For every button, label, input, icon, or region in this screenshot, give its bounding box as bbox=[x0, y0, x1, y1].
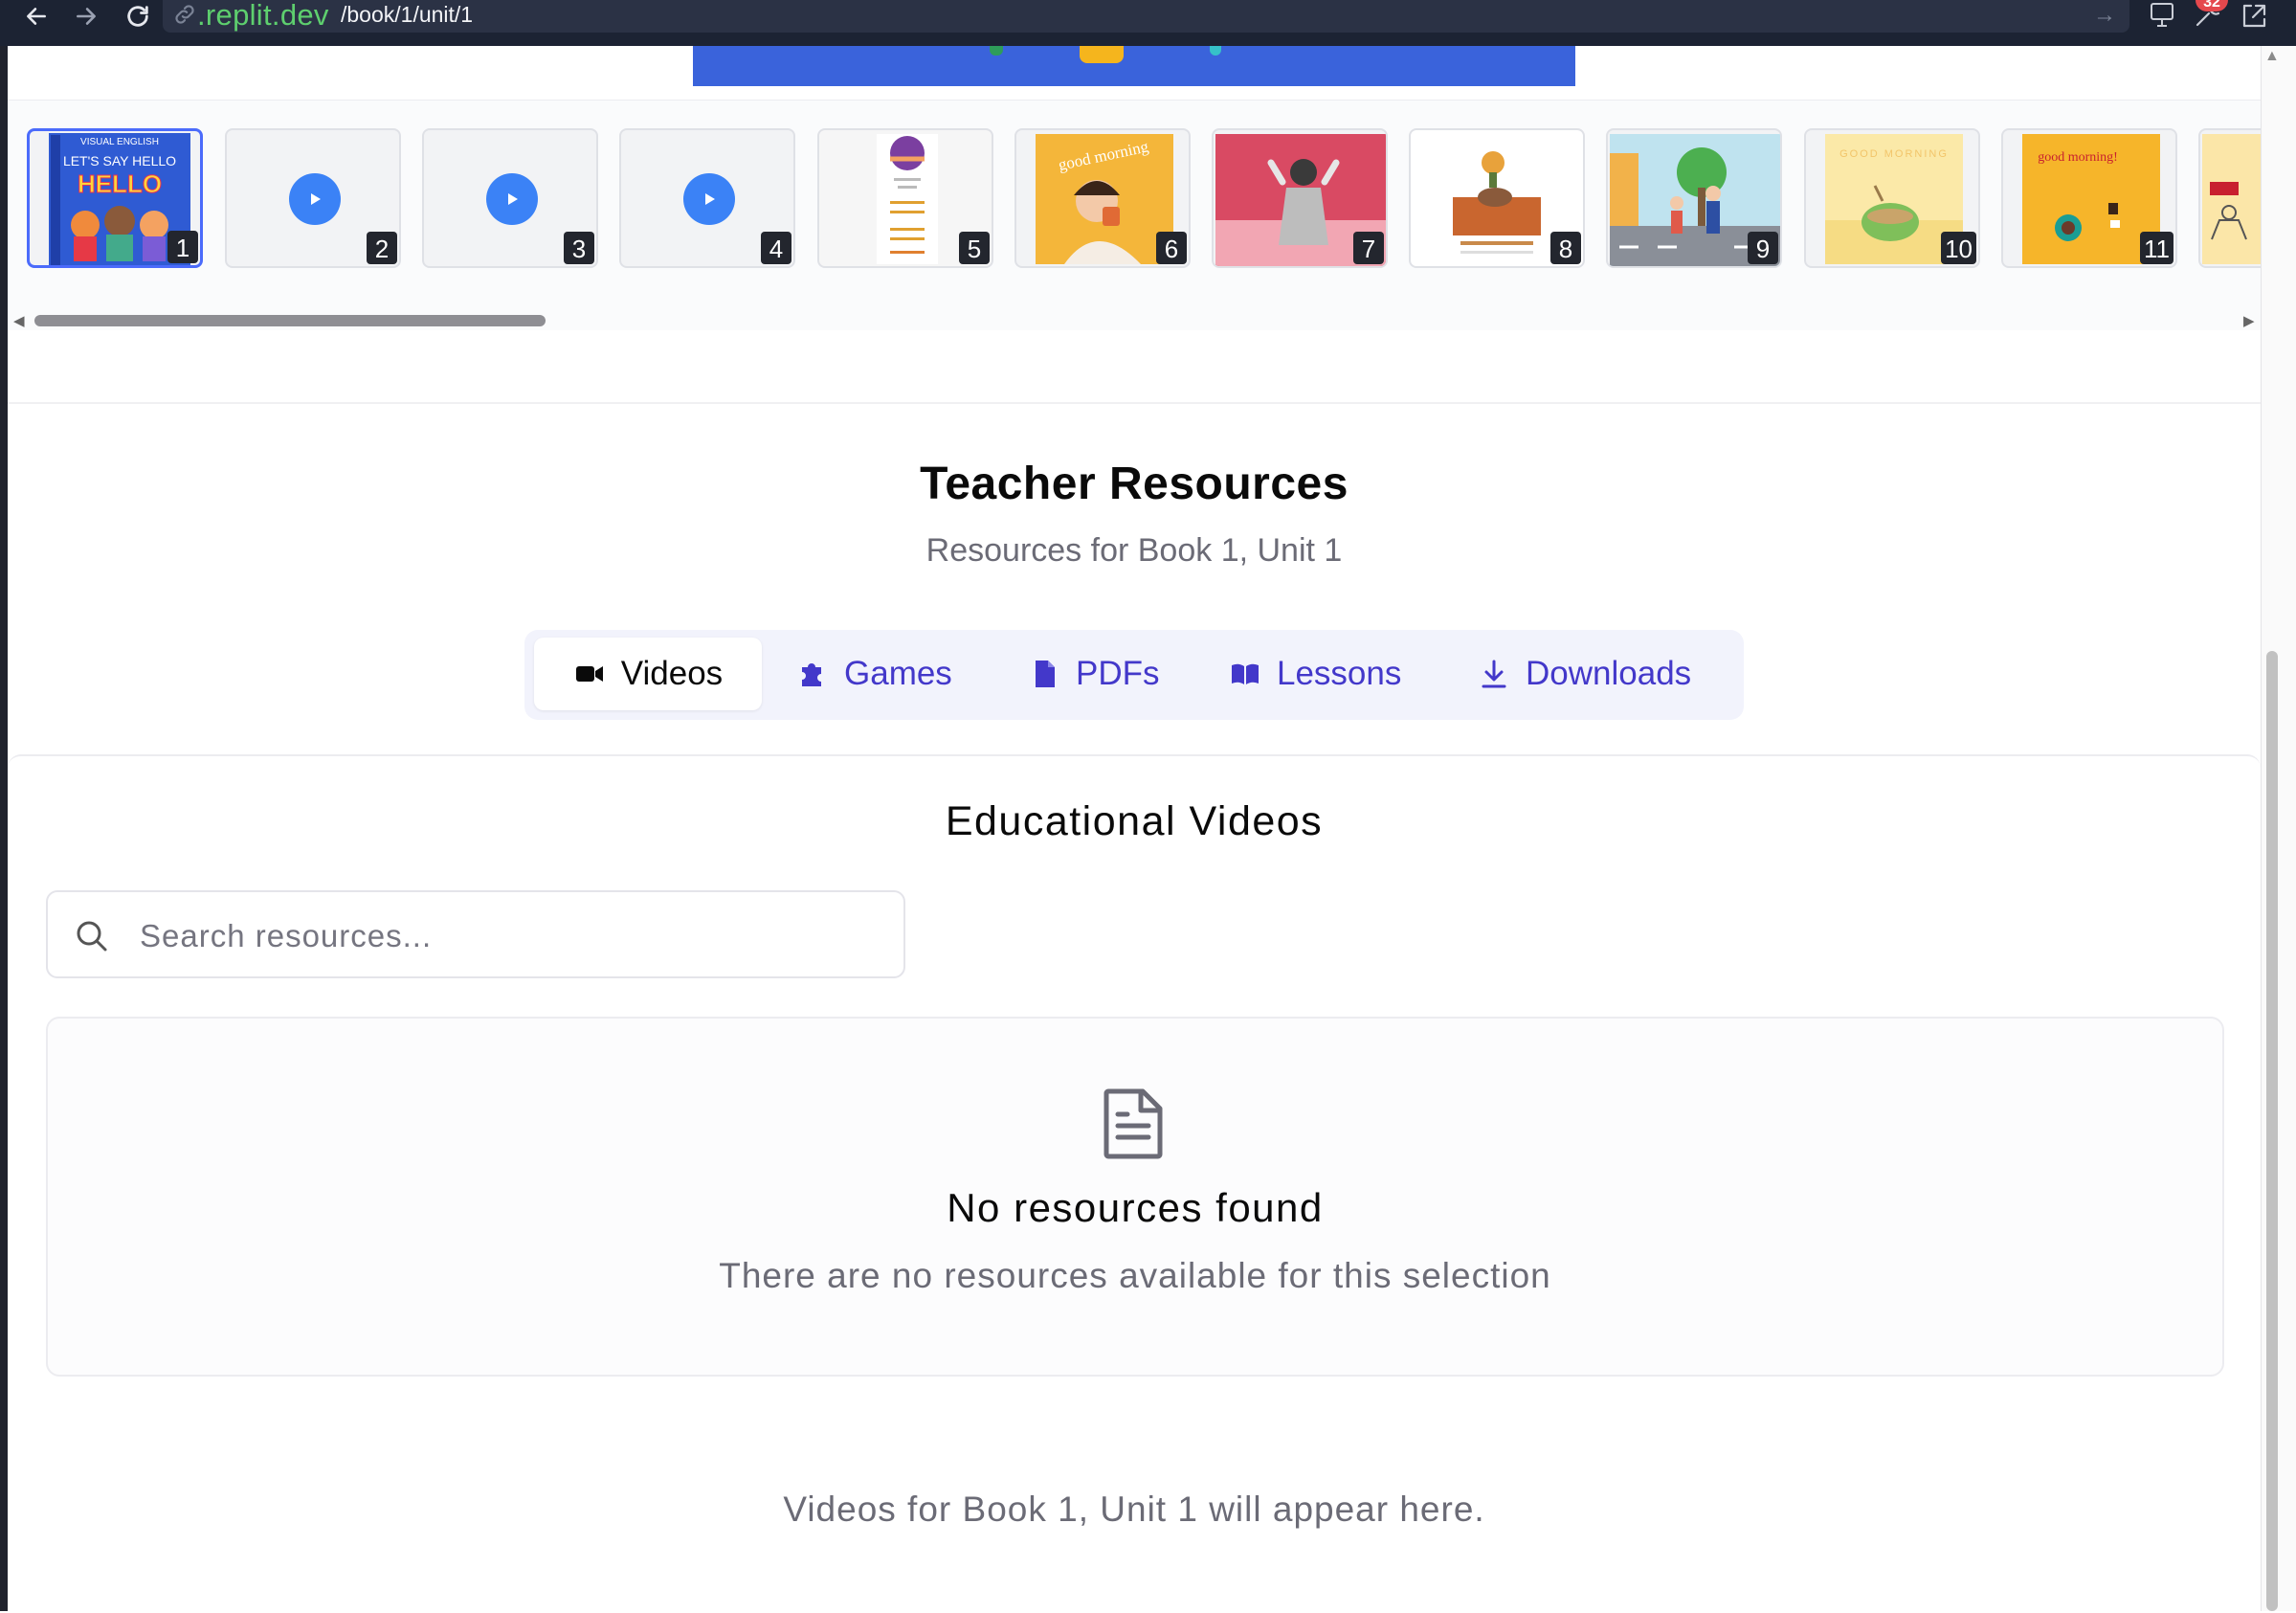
window-edge bbox=[0, 46, 8, 1611]
tab-downloads[interactable]: Downloads bbox=[1478, 638, 1691, 710]
search-input[interactable] bbox=[138, 909, 888, 963]
go-arrow-icon[interactable]: → bbox=[2093, 2, 2116, 29]
search-icon bbox=[77, 921, 107, 952]
slide-number: 1 bbox=[167, 231, 198, 263]
tab-label: Downloads bbox=[1526, 655, 1692, 692]
slide-thumbnail-7[interactable]: 7 bbox=[1212, 128, 1388, 268]
slide-number: 7 bbox=[1353, 232, 1384, 264]
banner-decoration bbox=[1080, 46, 1124, 63]
play-triangle-glyph bbox=[508, 193, 518, 205]
reload-icon[interactable] bbox=[117, 0, 159, 33]
tab-lessons[interactable]: Lessons bbox=[1229, 638, 1401, 710]
puzzle-icon bbox=[802, 663, 821, 686]
slide-thumbnail-10[interactable]: GOOD MORNING 10 bbox=[1804, 128, 1980, 268]
play-triangle-glyph bbox=[311, 193, 321, 205]
search-box[interactable] bbox=[46, 890, 905, 978]
hello-slide-headline: HELLO bbox=[78, 169, 162, 198]
browser-toolbar: .replit.dev /book/1/unit/1 → 32 bbox=[0, 0, 2296, 46]
horizontal-scrollbar-thumb[interactable] bbox=[34, 315, 546, 326]
hello-slide-caption: LET'S SAY HELLO bbox=[63, 153, 176, 168]
page-title: Teacher Resources bbox=[920, 459, 1349, 509]
play-icon[interactable] bbox=[683, 173, 735, 225]
slide-thumbnail-2[interactable]: 2 bbox=[225, 128, 401, 268]
section-divider bbox=[8, 402, 2261, 404]
open-external-icon[interactable] bbox=[2238, 0, 2270, 33]
play-icon[interactable] bbox=[486, 173, 538, 225]
slide-number: 11 bbox=[2140, 232, 2173, 264]
slide-number: 9 bbox=[1748, 232, 1778, 264]
back-arrow-glyph bbox=[27, 8, 46, 25]
url-path: /book/1/unit/1 bbox=[341, 2, 474, 27]
slide-thumbnail-6[interactable]: good morning 6 bbox=[1014, 128, 1191, 268]
slide-number: 2 bbox=[367, 232, 397, 264]
slide-number: 8 bbox=[1550, 232, 1581, 264]
tab-label: Lessons bbox=[1277, 655, 1402, 692]
breakfast-table-image bbox=[1447, 134, 1547, 264]
video-camera-icon bbox=[575, 666, 603, 682]
slide-number: 10 bbox=[1941, 232, 1976, 264]
empty-state-description: There are no resources available for thi… bbox=[719, 1256, 1551, 1295]
scroll-right-arrow-icon[interactable]: ▶ bbox=[2243, 312, 2255, 329]
banner-decoration bbox=[990, 46, 1003, 56]
vertical-scrollbar-thumb[interactable] bbox=[2266, 651, 2278, 1611]
slide-thumbnail-3[interactable]: 3 bbox=[422, 128, 598, 268]
tab-games[interactable]: Games bbox=[796, 638, 952, 710]
slide-number: 4 bbox=[761, 232, 791, 264]
slide-number: 3 bbox=[564, 232, 594, 264]
section-title: Educational Videos bbox=[945, 798, 1324, 844]
monitor-icon[interactable] bbox=[2146, 0, 2178, 33]
file-icon bbox=[1036, 661, 1055, 687]
forward-arrow-icon[interactable] bbox=[65, 0, 107, 33]
tab-label: PDFs bbox=[1076, 655, 1160, 692]
address-bar[interactable]: .replit.dev /book/1/unit/1 → bbox=[163, 0, 2129, 33]
resource-tabs: Videos Games PDFs Lessons Downloads bbox=[524, 630, 1744, 720]
play-triangle-glyph bbox=[705, 193, 715, 205]
bedroom-slide-image bbox=[2202, 134, 2261, 264]
slide-thumbnail-12[interactable] bbox=[2198, 128, 2261, 268]
empty-state-title: No resources found bbox=[947, 1185, 1324, 1230]
videos-placeholder-note: Videos for Book 1, Unit 1 will appear he… bbox=[783, 1490, 1485, 1529]
good-morning-girl-image: good morning bbox=[1036, 134, 1173, 264]
tab-videos[interactable]: Videos bbox=[534, 638, 762, 710]
page-subtitle: Resources for Book 1, Unit 1 bbox=[925, 532, 1343, 569]
url-domain: .replit.dev bbox=[197, 0, 329, 32]
forward-arrow-glyph bbox=[77, 8, 96, 25]
book-open-icon bbox=[1232, 663, 1259, 684]
slide-thumbnail-8[interactable]: 8 bbox=[1409, 128, 1585, 268]
download-icon bbox=[1482, 660, 1506, 688]
scroll-up-arrow-icon[interactable]: ▲ bbox=[2264, 48, 2280, 65]
tab-label: Videos bbox=[620, 655, 724, 692]
slide-thumbnail-11[interactable]: good morning! 11 bbox=[2001, 128, 2177, 268]
reload-glyph bbox=[127, 6, 148, 27]
morning-tea-caption: GOOD MORNING bbox=[1839, 148, 1949, 160]
slide-thumbnail-1[interactable]: VISUAL ENGLISH LET'S SAY HELLO HELLO 1 bbox=[27, 128, 203, 268]
slide-number: 5 bbox=[959, 232, 990, 264]
thumbnail-strip[interactable]: VISUAL ENGLISH LET'S SAY HELLO HELLO 1 2… bbox=[27, 128, 2261, 272]
slide-thumbnail-9[interactable]: 9 bbox=[1606, 128, 1782, 268]
slide-number: 6 bbox=[1156, 232, 1187, 264]
play-icon[interactable] bbox=[289, 173, 341, 225]
hello-slide-caption-top: VISUAL ENGLISH bbox=[80, 137, 159, 147]
slide-thumbnail-4[interactable]: 4 bbox=[619, 128, 795, 268]
link-icon bbox=[175, 5, 194, 24]
document-icon bbox=[1103, 1088, 1163, 1159]
worksheet-slide-image bbox=[877, 134, 938, 264]
tab-label: Games bbox=[844, 655, 952, 692]
scroll-left-arrow-icon[interactable]: ◀ bbox=[13, 312, 25, 329]
back-arrow-icon[interactable] bbox=[15, 0, 57, 33]
slide-thumbnail-5[interactable]: 5 bbox=[817, 128, 993, 268]
good-morning-breakfast-caption: good morning! bbox=[2038, 150, 2118, 165]
tab-pdfs[interactable]: PDFs bbox=[1028, 638, 1160, 710]
slide-preview-banner bbox=[693, 46, 1575, 86]
